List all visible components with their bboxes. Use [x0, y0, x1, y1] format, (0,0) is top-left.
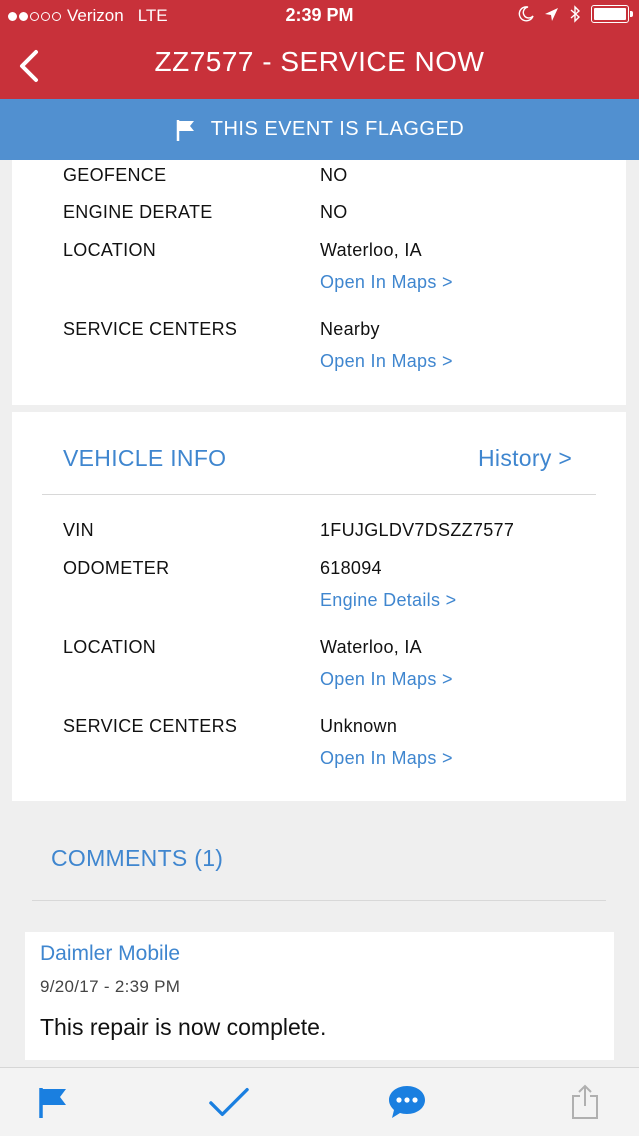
service-centers-label: SERVICE CENTERS: [63, 319, 238, 339]
vehicle-service-centers-label: SERVICE CENTERS: [63, 716, 238, 736]
vehicle-service-centers-value: Unknown: [320, 716, 398, 736]
vehicle-info-card: VEHICLE INFO History > VIN 1FUJGLDV7DSZZ…: [12, 412, 626, 801]
odometer-label: ODOMETER: [63, 558, 170, 578]
vehicle-service-centers-open-in-maps-link[interactable]: Open In Maps >: [320, 748, 453, 769]
vehicle-location-label: LOCATION: [63, 637, 157, 657]
comment-author: Daimler Mobile: [40, 942, 181, 965]
vehicle-location-value: Waterloo, IA: [320, 637, 422, 657]
tab-flag[interactable]: [33, 1082, 73, 1122]
location-value: Waterloo, IA: [320, 240, 422, 260]
geofence-value: NO: [320, 165, 348, 185]
vehicle-info-title: VEHICLE INFO: [63, 445, 227, 471]
tab-complete[interactable]: [209, 1082, 249, 1122]
service-centers-open-in-maps-link[interactable]: Open In Maps >: [320, 351, 453, 372]
vin-label: VIN: [63, 520, 94, 540]
comment-timestamp: 9/20/17 - 2:39 PM: [40, 977, 181, 996]
flagged-banner-text: THIS EVENT IS FLAGGED: [210, 118, 465, 140]
engine-derate-value: NO: [320, 202, 348, 222]
comments-title: COMMENTS (1): [51, 845, 224, 871]
service-centers-value: Nearby: [320, 319, 380, 339]
location-label: LOCATION: [63, 240, 157, 260]
do-not-disturb-icon: [518, 6, 534, 22]
engine-derate-label: ENGINE DERATE: [63, 202, 213, 222]
page-title: ZZ7577 - SERVICE NOW: [154, 46, 485, 77]
chat-bubble-icon: [389, 1086, 425, 1118]
flag-icon: [39, 1088, 66, 1118]
history-link[interactable]: History >: [478, 445, 572, 472]
comments-divider: [32, 900, 606, 901]
nav-bar: ZZ7577 - SERVICE NOW: [0, 32, 639, 99]
flagged-banner[interactable]: THIS EVENT IS FLAGGED: [0, 99, 639, 160]
event-details-card: GEOFENCE NO ENGINE DERATE NO LOCATION Wa…: [12, 160, 626, 405]
location-open-in-maps-link[interactable]: Open In Maps >: [320, 272, 453, 293]
bluetooth-icon: [570, 5, 581, 23]
status-bar: Verizon LTE 2:39 PM: [0, 0, 639, 32]
comment-item: Daimler Mobile 9/20/17 - 2:39 PM This re…: [25, 932, 614, 1060]
odometer-value: 618094: [320, 558, 382, 578]
engine-details-link[interactable]: Engine Details >: [320, 590, 456, 611]
status-bar-right: [518, 5, 633, 23]
checkmark-icon: [209, 1087, 249, 1117]
vehicle-info-divider: [42, 494, 596, 495]
share-icon: [572, 1084, 598, 1119]
geofence-label: GEOFENCE: [63, 165, 167, 185]
comment-text: This repair is now complete.: [40, 1014, 327, 1040]
flag-icon: [176, 119, 194, 141]
tab-comments[interactable]: [387, 1082, 427, 1122]
app-header: Verizon LTE 2:39 PM ZZ7577 - SERVICE NOW: [0, 0, 639, 99]
bottom-tab-bar: [0, 1067, 639, 1136]
location-arrow-icon: [545, 7, 558, 21]
battery-icon: [591, 5, 633, 23]
tab-share[interactable]: [565, 1082, 605, 1122]
vehicle-location-open-in-maps-link[interactable]: Open In Maps >: [320, 669, 453, 690]
vin-value: 1FUJGLDV7DSZZ7577: [320, 520, 515, 540]
